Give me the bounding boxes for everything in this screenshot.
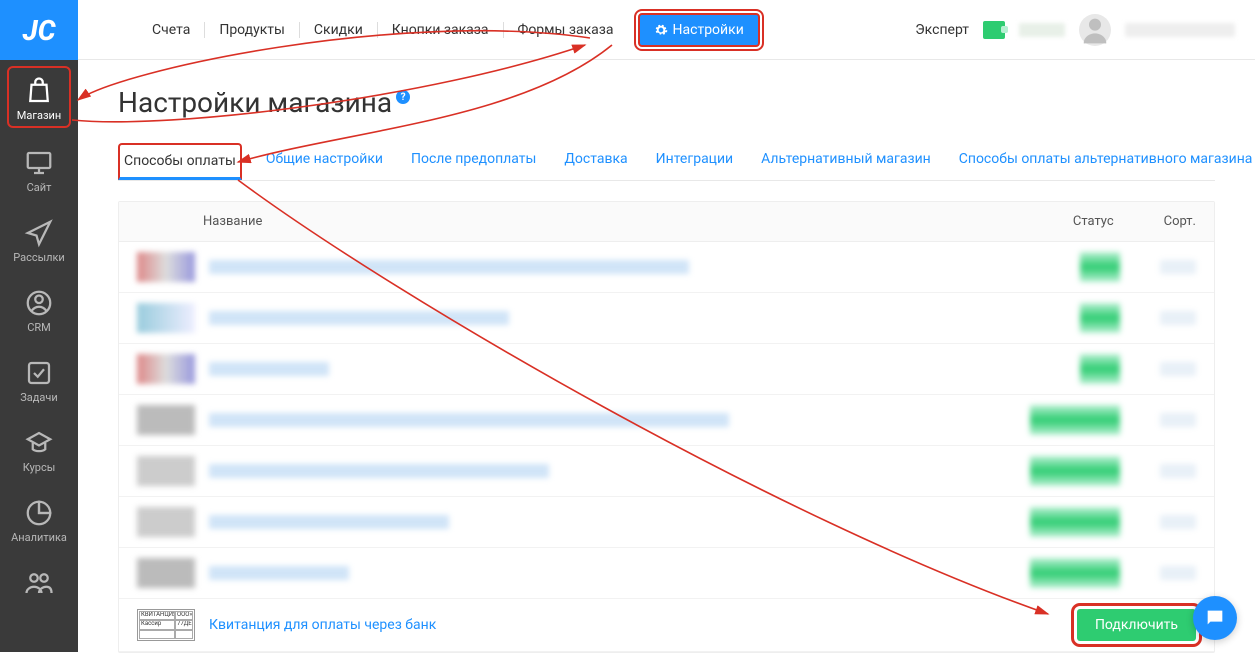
shopping-bag-icon: [24, 76, 54, 106]
balance-amount: [1019, 23, 1065, 37]
table-row[interactable]: [119, 497, 1214, 548]
payment-methods-table: Название Статус Сорт. КВИТАНЦИЯООО» Касс…: [118, 201, 1215, 653]
table-row[interactable]: [119, 446, 1214, 497]
users-icon: [24, 568, 54, 598]
table-row[interactable]: [119, 242, 1214, 293]
header-right: Эксперт: [915, 14, 1235, 46]
sidebar-item-label: Задачи: [20, 391, 57, 404]
sidebar-item-label: Аналитика: [11, 531, 67, 544]
table-row[interactable]: [119, 548, 1214, 599]
send-icon: [24, 218, 54, 248]
sidebar-item-label: Рассылки: [13, 251, 65, 264]
user-avatar[interactable]: [1079, 14, 1111, 46]
sidebar-item-analytics[interactable]: Аналитика: [7, 490, 71, 548]
username-label: [1125, 23, 1235, 37]
page-title: Настройки магазина ?: [118, 86, 1215, 119]
connect-button[interactable]: Подключить: [1077, 609, 1196, 641]
top-menu: Счета Продукты Скидки Кнопки заказа Форм…: [138, 13, 760, 47]
settings-button[interactable]: Настройки: [638, 13, 760, 47]
wallet-icon[interactable]: [983, 21, 1005, 39]
menu-products[interactable]: Продукты: [205, 22, 300, 38]
logo: JC: [0, 0, 78, 60]
sidebar-item-shop[interactable]: Магазин: [7, 66, 71, 128]
help-icon[interactable]: ?: [396, 90, 410, 104]
table-row[interactable]: [119, 293, 1214, 344]
sidebar-item-crm[interactable]: CRM: [7, 280, 71, 338]
table-row[interactable]: [119, 395, 1214, 446]
settings-button-label: Настройки: [673, 22, 744, 38]
chat-bubble-button[interactable]: [1193, 596, 1237, 640]
menu-order-buttons[interactable]: Кнопки заказа: [378, 22, 504, 38]
menu-discounts[interactable]: Скидки: [300, 22, 378, 38]
gear-icon: [654, 23, 668, 37]
check-square-icon: [24, 358, 54, 388]
chat-icon: [1204, 607, 1226, 629]
bank-receipt-link[interactable]: Квитанция для оплаты через банк: [209, 617, 436, 633]
receipt-thumbnail-icon: КВИТАНЦИЯООО» Кассир77ДЕ: [137, 609, 195, 641]
menu-order-forms[interactable]: Формы заказа: [504, 22, 628, 38]
expert-link[interactable]: Эксперт: [915, 22, 969, 38]
col-sort: Сорт.: [1164, 214, 1196, 229]
menu-invoices[interactable]: Счета: [138, 22, 205, 38]
sidebar-item-label: Курсы: [23, 461, 56, 474]
sidebar-item-site[interactable]: Сайт: [7, 140, 71, 198]
user-circle-icon: [24, 288, 54, 318]
col-status: Статус: [1073, 214, 1114, 229]
table-header: Название Статус Сорт.: [119, 202, 1214, 242]
graduation-icon: [24, 428, 54, 458]
monitor-icon: [24, 148, 54, 178]
tab-alt-store[interactable]: Альтернативный магазин: [757, 143, 935, 180]
table-row-bank-receipt[interactable]: КВИТАНЦИЯООО» Кассир77ДЕ Квитанция для о…: [119, 599, 1214, 652]
tab-general[interactable]: Общие настройки: [262, 143, 387, 180]
header: Счета Продукты Скидки Кнопки заказа Форм…: [78, 0, 1255, 60]
main-content: Настройки магазина ? Способы оплаты Общи…: [78, 60, 1255, 652]
sidebar-item-courses[interactable]: Курсы: [7, 420, 71, 478]
tab-payment-methods[interactable]: Способы оплаты: [118, 143, 242, 180]
tabs: Способы оплаты Общие настройки После пре…: [118, 143, 1215, 181]
tab-integrations[interactable]: Интеграции: [652, 143, 738, 180]
sidebar-item-label: CRM: [27, 321, 51, 334]
sidebar: JC Магазин Сайт Рассылки CRM Задачи Курс…: [0, 0, 78, 652]
sidebar-item-mail[interactable]: Рассылки: [7, 210, 71, 268]
table-row[interactable]: [119, 344, 1214, 395]
sidebar-item-label: Магазин: [17, 109, 61, 122]
tab-delivery[interactable]: Доставка: [560, 143, 631, 180]
sidebar-item-tasks[interactable]: Задачи: [7, 350, 71, 408]
tab-alt-store-payments[interactable]: Способы оплаты альтернативного магазина: [955, 143, 1255, 180]
pie-chart-icon: [24, 498, 54, 528]
tab-after-prepay[interactable]: После предоплаты: [407, 143, 540, 180]
sidebar-item-label: Сайт: [27, 181, 52, 194]
sidebar-item-users[interactable]: [7, 560, 71, 605]
col-name: Название: [203, 214, 262, 229]
